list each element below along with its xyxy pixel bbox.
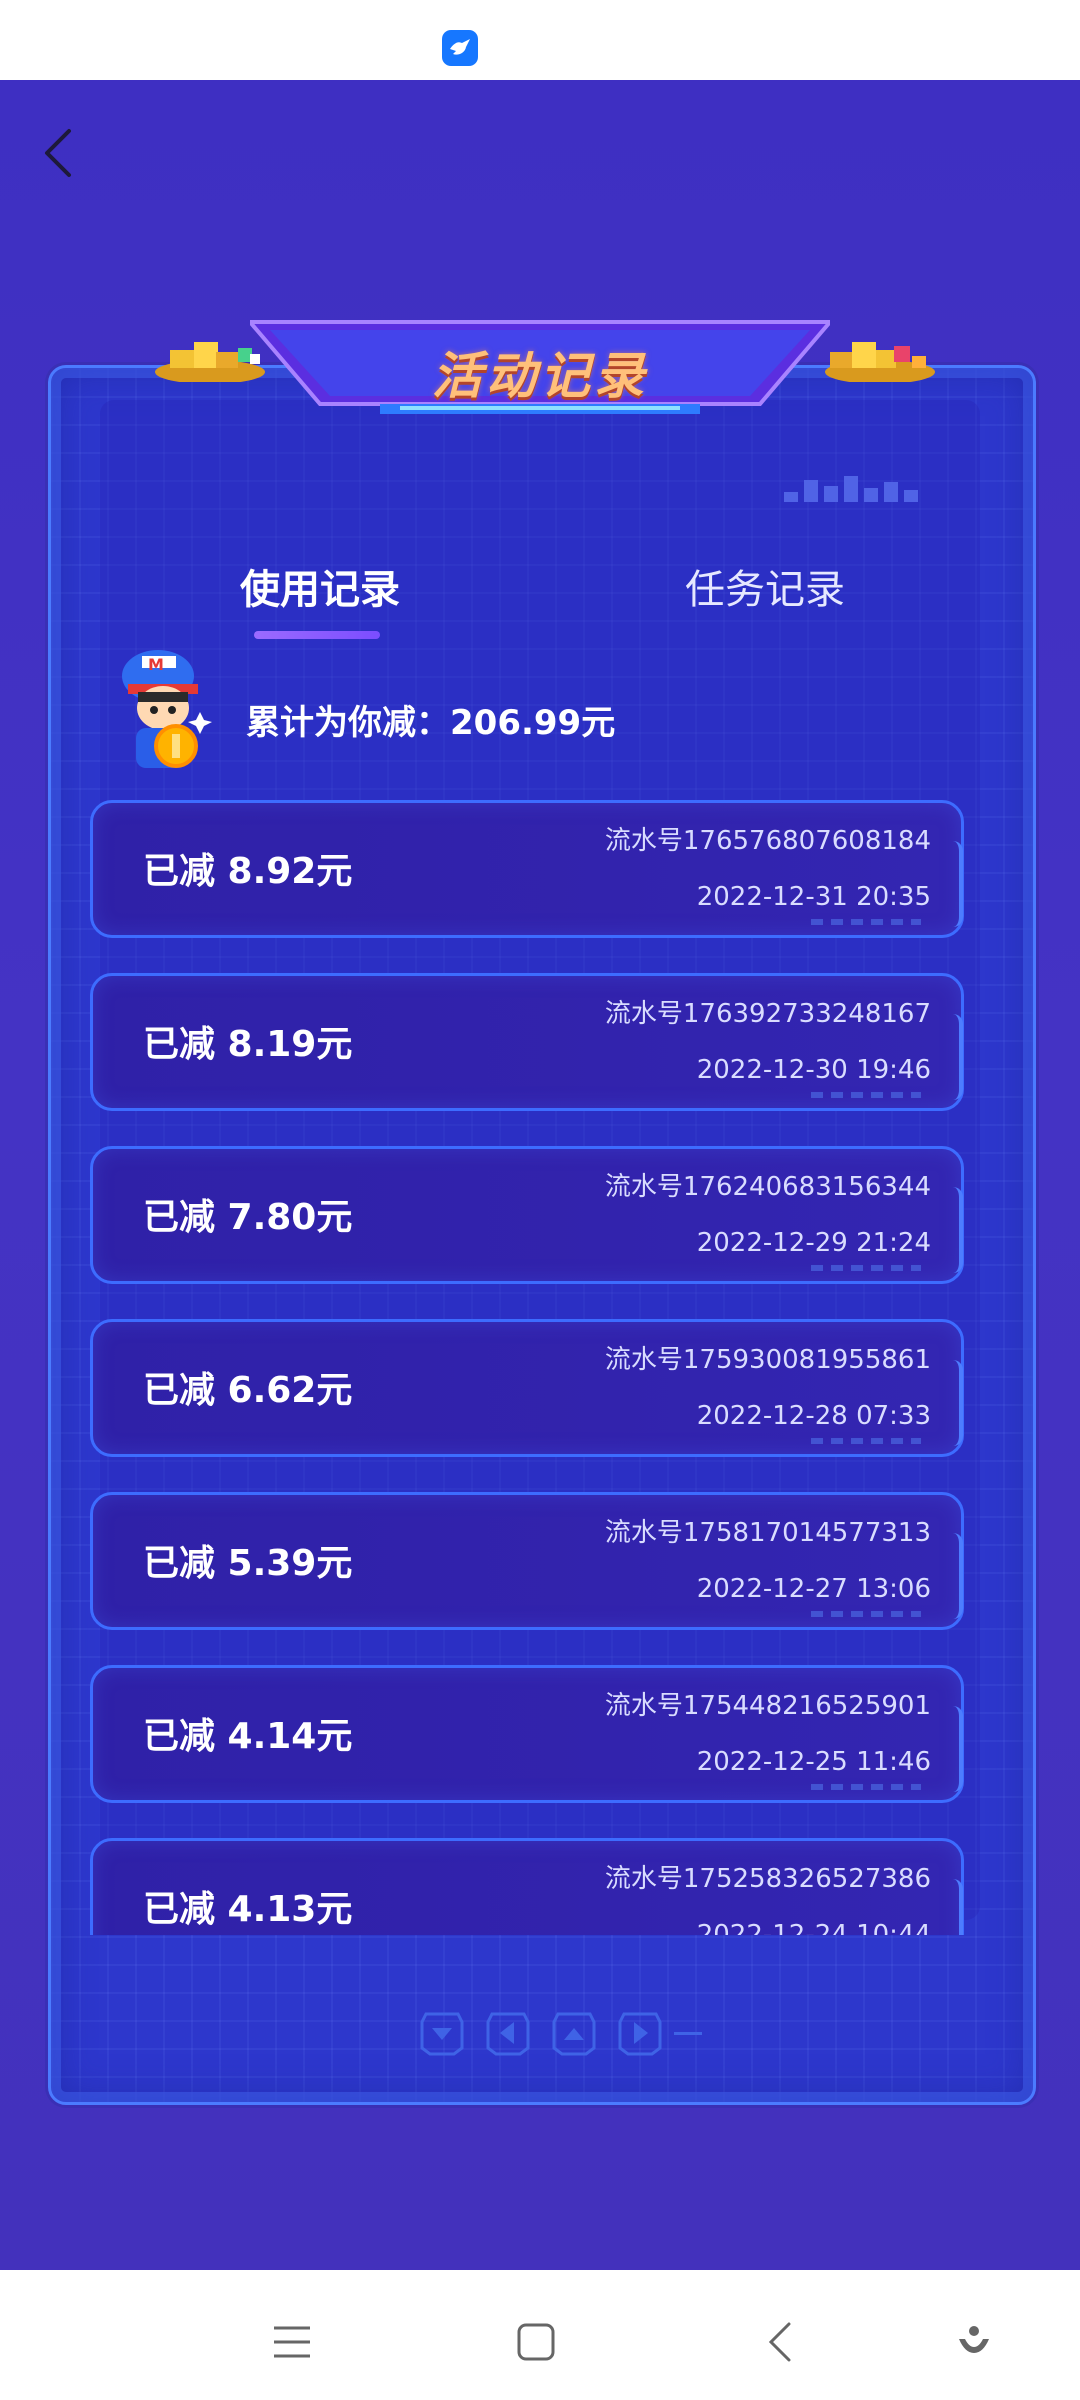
records-list[interactable]: 已减 8.92元 流水号176576807608184 2022-12-31 2… [90, 795, 970, 1935]
tab-task-records[interactable]: 任务记录 [635, 550, 895, 630]
scroll-down-icon[interactable] [418, 2008, 466, 2058]
status-bar [0, 0, 1080, 80]
record-amount: 已减 4.13元 [143, 1889, 353, 1930]
card-edge-decoration [947, 1533, 963, 1619]
record-serial-number: 流水号175258326527386 [604, 1864, 931, 1894]
scroll-left-icon[interactable] [484, 2008, 532, 2058]
card-dash-decoration [811, 1611, 921, 1617]
record-item[interactable]: 已减 7.80元 流水号176240683156344 2022-12-29 2… [90, 1146, 964, 1284]
record-amount: 已减 7.80元 [143, 1197, 353, 1238]
record-amount: 已减 6.62元 [143, 1370, 353, 1411]
page-title: 活动记录 [432, 347, 648, 405]
record-amount: 已减 5.39元 [143, 1543, 353, 1584]
card-dash-decoration [811, 1438, 921, 1444]
record-timestamp: 2022-12-24 10:44 [696, 1920, 931, 1935]
record-item[interactable]: 已减 8.92元 流水号176576807608184 2022-12-31 2… [90, 800, 964, 938]
accessibility-button[interactable] [942, 2310, 1006, 2374]
active-tab-indicator [254, 631, 380, 639]
chevron-left-icon [45, 129, 71, 177]
bird-app-icon [442, 30, 478, 66]
menu-icon [274, 2326, 310, 2358]
scroll-dash-decoration [674, 2032, 702, 2035]
record-serial-number: 流水号175448216525901 [604, 1691, 931, 1721]
menu-button[interactable] [260, 2310, 324, 2374]
record-amount: 已减 8.19元 [143, 1024, 353, 1065]
card-edge-decoration [947, 841, 963, 927]
record-item[interactable]: 已减 4.14元 流水号175448216525901 2022-12-25 1… [90, 1665, 964, 1803]
record-serial-number: 流水号175817014577313 [604, 1518, 931, 1548]
record-timestamp: 2022-12-30 19:46 [696, 1055, 931, 1085]
back-button[interactable] [28, 118, 88, 188]
record-tabs: 使用记录 任务记录 [140, 550, 940, 640]
nav-back-button[interactable] [748, 2310, 812, 2374]
scroll-right-icon[interactable] [616, 2008, 664, 2058]
record-serial-number: 流水号176392733248167 [604, 999, 931, 1029]
back-icon [768, 2322, 791, 2362]
bar-decoration-icon [784, 476, 918, 502]
card-edge-decoration [947, 1879, 963, 1935]
record-timestamp: 2022-12-29 21:24 [696, 1228, 931, 1258]
card-edge-decoration [947, 1014, 963, 1100]
scroll-controls [418, 2008, 708, 2064]
mascot-icon: M [122, 650, 212, 768]
card-edge-decoration [947, 1187, 963, 1273]
system-nav-bar [0, 2270, 1080, 2400]
record-item[interactable]: 已减 5.39元 流水号175817014577313 2022-12-27 1… [90, 1492, 964, 1630]
card-edge-decoration [947, 1706, 963, 1792]
title-banner: 活动记录 [250, 320, 830, 420]
card-edge-decoration [947, 1360, 963, 1446]
record-item[interactable]: 已减 6.62元 流水号175930081955861 2022-12-28 0… [90, 1319, 964, 1457]
record-timestamp: 2022-12-27 13:06 [696, 1574, 931, 1604]
record-amount: 已减 8.92元 [143, 851, 353, 892]
card-dash-decoration [811, 1265, 921, 1271]
record-serial-number: 流水号176240683156344 [604, 1172, 931, 1202]
home-button[interactable] [504, 2310, 568, 2374]
record-timestamp: 2022-12-31 20:35 [696, 882, 931, 912]
record-item[interactable]: 已减 8.19元 流水号176392733248167 2022-12-30 1… [90, 973, 964, 1111]
record-item[interactable]: 已减 4.13元 流水号175258326527386 2022-12-24 1… [90, 1838, 964, 1935]
gold-pile-right-icon [825, 342, 935, 382]
record-serial-number: 流水号175930081955861 [604, 1345, 931, 1375]
record-serial-number: 流水号176576807608184 [604, 826, 931, 856]
total-savings-summary: 累计为你减：206.99元 [246, 703, 616, 743]
accessibility-icon [959, 2326, 989, 2353]
scroll-up-icon[interactable] [550, 2008, 598, 2058]
card-dash-decoration [811, 1092, 921, 1098]
svg-text:M: M [148, 655, 164, 674]
card-dash-decoration [811, 919, 921, 925]
home-icon [517, 2323, 555, 2361]
card-dash-decoration [811, 1784, 921, 1790]
record-timestamp: 2022-12-25 11:46 [696, 1747, 931, 1777]
record-timestamp: 2022-12-28 07:33 [696, 1401, 931, 1431]
tab-usage-records[interactable]: 使用记录 [190, 550, 450, 630]
record-amount: 已减 4.14元 [143, 1716, 353, 1757]
